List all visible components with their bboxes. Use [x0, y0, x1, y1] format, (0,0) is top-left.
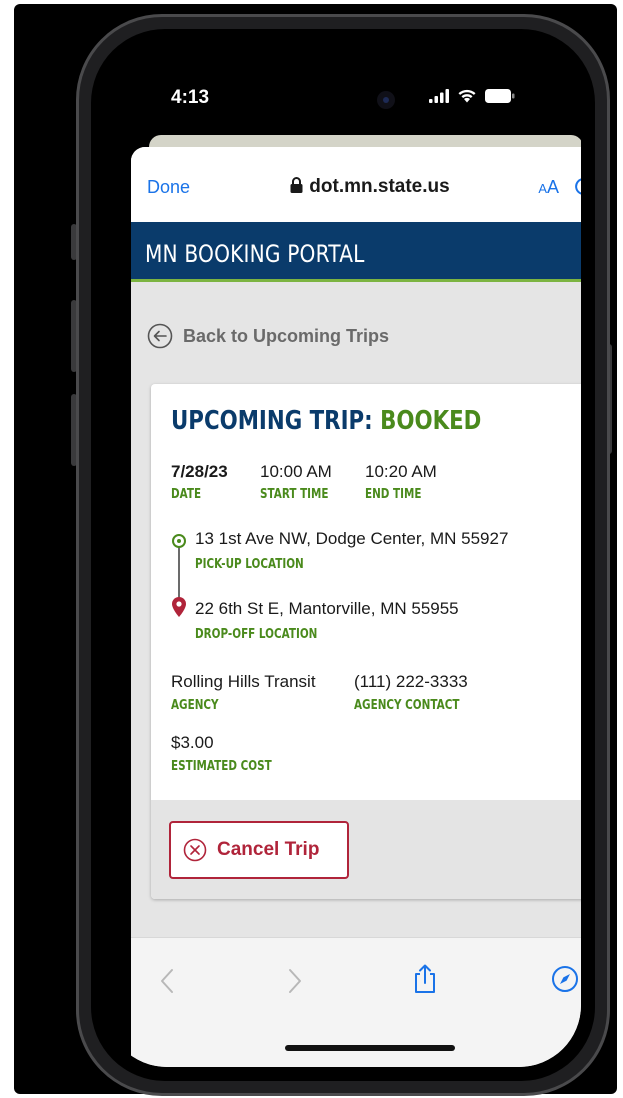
- cellular-signal-icon: [429, 88, 449, 103]
- trip-end-time: 10:20 AM: [365, 462, 437, 481]
- url-bar[interactable]: dot.mn.state.us: [131, 176, 581, 198]
- agency-label: AGENCY: [171, 698, 219, 713]
- browser-sheet: Done dot.mn.state.us AA MN BOOKING PORTA…: [131, 147, 581, 1067]
- route-connector: [178, 541, 180, 601]
- lock-icon: [290, 177, 303, 193]
- wifi-icon: [458, 89, 476, 103]
- status-bar: 4:13: [105, 43, 581, 123]
- trip-date-label: DATE: [171, 487, 202, 502]
- front-camera: [377, 91, 395, 109]
- agency-contact: (111) 222-3333: [354, 672, 468, 691]
- back-chevron-icon[interactable]: [159, 968, 175, 994]
- trip-end-time-label: END TIME: [365, 487, 422, 502]
- device-backdrop: 4:13 Done dot.mn.state.us AA MN BOOKING …: [14, 4, 617, 1096]
- trip-start-time-label: START TIME: [260, 487, 329, 502]
- text-size-button[interactable]: AA: [538, 177, 559, 198]
- reload-icon[interactable]: [573, 174, 581, 198]
- back-arrow-icon: [147, 323, 173, 349]
- share-icon[interactable]: [413, 964, 437, 994]
- trip-date: 7/28/23: [171, 462, 228, 481]
- pickup-label: PICK-UP LOCATION: [195, 557, 304, 572]
- dropoff-address: 22 6th St E, Mantorville, MN 55955: [195, 599, 459, 618]
- dropoff-pin-icon: [172, 597, 186, 617]
- phone-screen: 4:13 Done dot.mn.state.us AA MN BOOKING …: [105, 43, 581, 1067]
- text-size-large-a: A: [546, 177, 559, 197]
- url-text: dot.mn.state.us: [309, 176, 450, 197]
- portal-title: MN BOOKING PORTAL: [145, 240, 365, 268]
- phone-frame: 4:13 Done dot.mn.state.us AA MN BOOKING …: [76, 14, 610, 1096]
- agency-contact-label: AGENCY CONTACT: [354, 698, 460, 713]
- cancel-trip-button[interactable]: Cancel Trip: [169, 821, 349, 879]
- pickup-marker-icon: [172, 534, 186, 548]
- back-link-label: Back to Upcoming Trips: [183, 325, 390, 346]
- portal-header: MN BOOKING PORTAL: [131, 222, 581, 282]
- cancel-trip-label: Cancel Trip: [217, 839, 320, 860]
- trip-start-time: 10:00 AM: [260, 462, 332, 481]
- cancel-circle-x-icon: [183, 838, 207, 862]
- trip-card: UPCOMING TRIP: BOOKED 7/28/23 DATE 10:00…: [151, 384, 581, 899]
- browser-toolbar: [131, 937, 581, 1067]
- browser-bar: Done dot.mn.state.us AA: [131, 147, 581, 222]
- estimated-cost-label: ESTIMATED COST: [171, 759, 272, 774]
- home-indicator: [285, 1045, 455, 1051]
- status-time: 4:13: [171, 87, 210, 108]
- trip-title-prefix: UPCOMING TRIP:: [171, 406, 381, 436]
- agency-name: Rolling Hills Transit: [171, 672, 316, 691]
- dropoff-label: DROP-OFF LOCATION: [195, 627, 318, 642]
- safari-compass-icon[interactable]: [551, 965, 579, 993]
- trip-title: UPCOMING TRIP: BOOKED: [171, 406, 481, 436]
- back-to-trips-link[interactable]: Back to Upcoming Trips: [147, 323, 389, 349]
- forward-chevron-icon[interactable]: [287, 968, 303, 994]
- pickup-address: 13 1st Ave NW, Dodge Center, MN 55927: [195, 529, 509, 548]
- estimated-cost: $3.00: [171, 733, 214, 752]
- trip-status: BOOKED: [380, 406, 482, 436]
- battery-icon: [485, 88, 515, 103]
- text-size-small-a: A: [538, 181, 547, 196]
